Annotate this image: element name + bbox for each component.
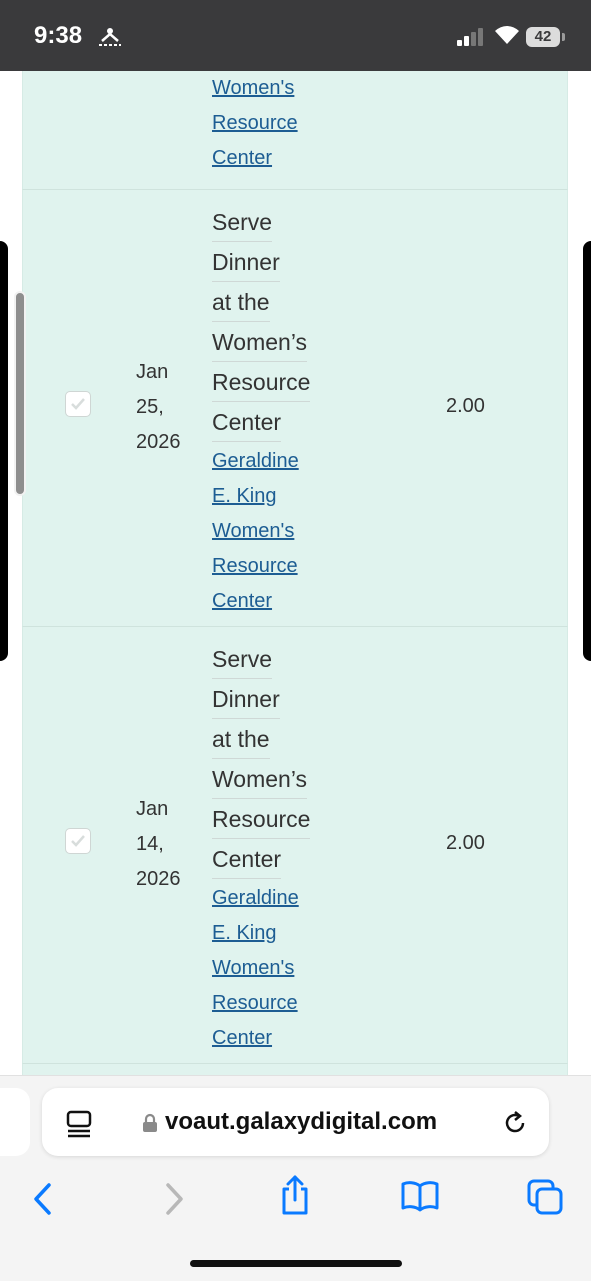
agency-link[interactable]: Women's: [212, 71, 342, 106]
approved-checkbox[interactable]: [65, 828, 91, 854]
opportunity-title-line: Resource: [212, 364, 311, 402]
right-edge: [583, 241, 591, 661]
agency-link[interactable]: E. King: [212, 916, 342, 951]
table-row: Jan 14, 2026 Serve Dinner at the Women’s…: [22, 627, 568, 1064]
back-button[interactable]: [31, 1182, 55, 1220]
opportunity-title-line: Center: [212, 841, 282, 879]
opportunity-title-line: Dinner: [212, 681, 280, 719]
agency-link[interactable]: E. King: [212, 479, 342, 514]
agency-link[interactable]: Resource: [212, 549, 342, 584]
agency-link[interactable]: Women's: [212, 514, 342, 549]
home-indicator: [190, 1260, 402, 1267]
hours-cell: 2.00: [446, 395, 485, 417]
date-day: 14,: [136, 833, 164, 855]
cellular-signal-icon: [457, 28, 485, 50]
agency-link[interactable]: Center: [212, 141, 342, 176]
agency-link[interactable]: Resource: [212, 986, 342, 1021]
opportunity-title-line: Dinner: [212, 244, 280, 282]
opportunity-title-line: Serve: [212, 641, 273, 679]
date-year: 2026: [136, 431, 181, 453]
opportunity-cell: Serve Dinner at the Women’s Resource Cen…: [212, 204, 342, 619]
check-icon: [71, 398, 85, 410]
opportunity-title-line: Center: [212, 404, 282, 442]
opportunity-title-line: Resource: [212, 801, 311, 839]
agency-link[interactable]: Center: [212, 584, 342, 619]
opportunity-cell: Serve Dinner at the Women’s Resource Cen…: [212, 641, 342, 1056]
agency-link[interactable]: Center: [212, 1021, 342, 1056]
left-edge: [0, 241, 8, 661]
opportunity-title-line: Women’s: [212, 324, 308, 362]
previous-tab-preview[interactable]: [0, 1088, 30, 1156]
date-year: 2026: [136, 868, 181, 890]
date-cell: Jan 14, 2026: [136, 792, 196, 897]
opportunity-title-line: at the: [212, 284, 270, 322]
check-icon: [71, 835, 85, 847]
scrollbar-thumb[interactable]: [14, 291, 26, 496]
table-row: Women's Resource Center: [22, 71, 568, 190]
date-cell: Jan 25, 2026: [136, 355, 196, 460]
wifi-icon: [494, 25, 520, 49]
url-text[interactable]: voaut.galaxydigital.com: [165, 1108, 437, 1136]
page-content: Women's Resource Center Jan 25, 2026 Ser…: [0, 71, 591, 1075]
battery-level: 42: [526, 27, 560, 47]
opportunity-title-line: Women’s: [212, 761, 308, 799]
agency-link[interactable]: Geraldine: [212, 444, 342, 479]
personal-hotspot-icon: [97, 25, 123, 51]
date-month: Jan: [136, 361, 169, 383]
table-row: Jan 25, 2026 Serve Dinner at the Women’s…: [22, 190, 568, 627]
share-button[interactable]: [278, 1174, 312, 1220]
reload-icon[interactable]: [502, 1110, 528, 1140]
battery-tip: [562, 33, 565, 41]
safari-bottom-bar: voaut.galaxydigital.com: [0, 1075, 591, 1281]
hours-cell: 2.00: [446, 832, 485, 854]
opportunity-title-line: at the: [212, 721, 270, 759]
status-time: 9:38: [34, 22, 83, 49]
address-bar[interactable]: voaut.galaxydigital.com: [42, 1088, 549, 1156]
forward-button[interactable]: [162, 1182, 186, 1220]
status-bar: 9:38 42: [0, 0, 591, 71]
tabs-button[interactable]: [526, 1178, 564, 1220]
volunteer-hours-table: Women's Resource Center Jan 25, 2026 Ser…: [22, 71, 568, 1075]
bookmarks-button[interactable]: [400, 1180, 440, 1216]
agency-links: Women's Resource Center: [212, 71, 342, 176]
approved-checkbox[interactable]: [65, 391, 91, 417]
page-menu-icon[interactable]: [66, 1110, 92, 1142]
date-day: 25,: [136, 396, 164, 418]
agency-link[interactable]: Women's: [212, 951, 342, 986]
lock-icon: [142, 1113, 158, 1137]
opportunity-title-line: Serve: [212, 204, 273, 242]
agency-link[interactable]: Geraldine: [212, 881, 342, 916]
table-row: [22, 1064, 568, 1075]
agency-link[interactable]: Resource: [212, 106, 342, 141]
date-month: Jan: [136, 798, 169, 820]
